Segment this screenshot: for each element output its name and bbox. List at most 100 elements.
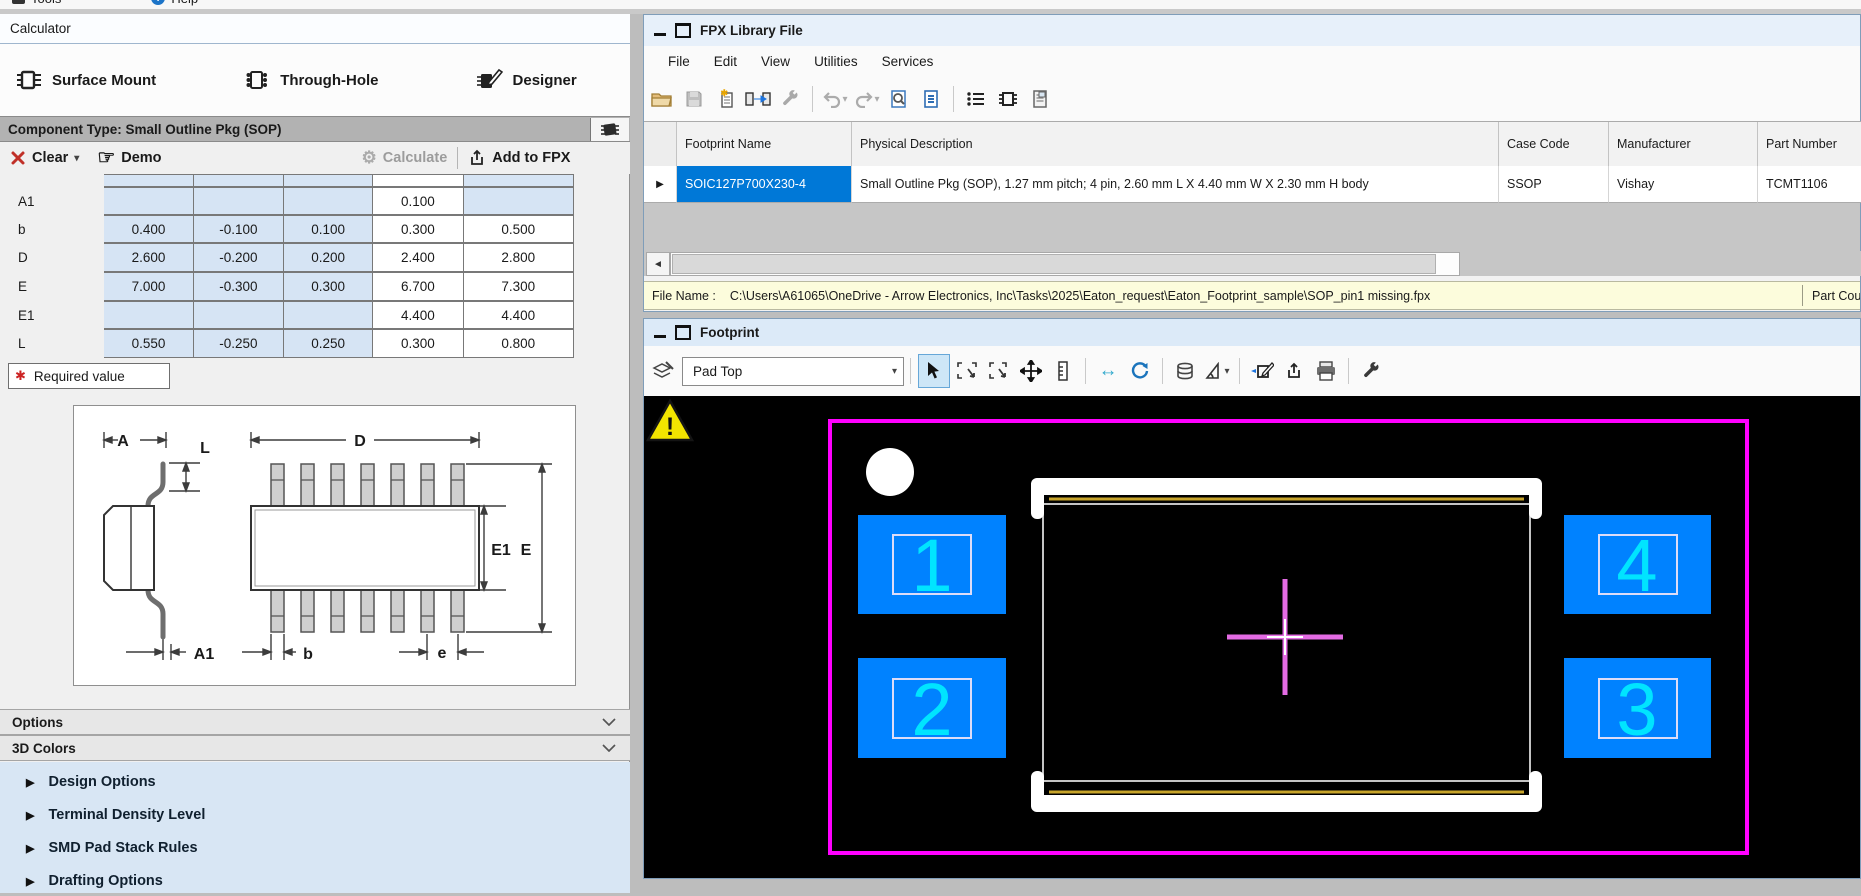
select-tool-button[interactable] xyxy=(918,354,950,388)
column-header[interactable]: Manufacturer xyxy=(1609,122,1758,167)
expand-arrow-icon[interactable]: ▶ xyxy=(26,776,34,789)
save-button[interactable] xyxy=(680,84,708,114)
manufacturer-cell[interactable]: Vishay xyxy=(1609,166,1758,203)
value-cell[interactable]: -0.250 xyxy=(194,329,284,358)
pad-1[interactable]: 1 xyxy=(858,515,1006,614)
column-header[interactable]: Physical Description xyxy=(852,122,1499,167)
value-cell[interactable]: 2.600 xyxy=(104,243,193,272)
value-cell[interactable]: 0.550 xyxy=(104,329,193,358)
tree-item-terminal-density[interactable]: ▶ Terminal Density Level xyxy=(0,800,630,830)
value-cell[interactable] xyxy=(464,187,574,215)
scrollbar-thumb[interactable] xyxy=(672,254,1436,274)
tab-surface-mount[interactable]: Surface Mount xyxy=(16,68,156,92)
padstack-button[interactable] xyxy=(1170,355,1200,387)
calculate-button[interactable]: ⚙ Calculate xyxy=(362,148,448,168)
fpx-window-titlebar[interactable]: FPX Library File xyxy=(644,15,1860,47)
menu-utilities[interactable]: Utilities xyxy=(802,54,870,69)
tab-through-hole[interactable]: Through-Hole xyxy=(244,68,378,92)
value-cell[interactable]: 6.700 xyxy=(373,272,463,301)
library-grid-row[interactable]: ▶ SOIC127P700X230-4 Small Outline Pkg (S… xyxy=(644,166,1861,203)
add-to-fpx-button[interactable]: Add to FPX xyxy=(468,149,570,167)
value-cell[interactable] xyxy=(104,187,193,215)
value-cell[interactable] xyxy=(104,301,193,329)
physical-description-cell[interactable]: Small Outline Pkg (SOP), 1.27 mm pitch; … xyxy=(852,166,1499,203)
chevron-down-icon[interactable]: ▾ xyxy=(842,94,847,105)
list-view-button[interactable] xyxy=(962,84,990,114)
minimize-icon[interactable] xyxy=(654,33,666,36)
chevron-down-icon[interactable]: ▾ xyxy=(74,153,79,164)
value-cell[interactable]: 0.300 xyxy=(373,329,463,358)
report-button[interactable] xyxy=(1026,84,1054,114)
component-picker-button[interactable] xyxy=(590,118,629,141)
row-selector-cell[interactable]: ▶ xyxy=(644,166,677,203)
value-cell[interactable]: 7.300 xyxy=(464,272,574,301)
section-3d-colors[interactable]: 3D Colors xyxy=(0,735,630,761)
menu-view[interactable]: View xyxy=(749,54,802,69)
value-cell[interactable] xyxy=(194,301,284,329)
tree-item-drafting-options[interactable]: ▶ Drafting Options xyxy=(0,866,630,896)
preview-button[interactable] xyxy=(885,84,913,114)
footprint-window-titlebar[interactable]: Footprint xyxy=(644,319,1860,347)
angle-tool-button[interactable]: ▾ xyxy=(1202,355,1232,387)
print-button[interactable] xyxy=(1311,355,1341,387)
value-cell[interactable]: 0.250 xyxy=(284,329,373,358)
open-file-button[interactable] xyxy=(648,84,676,114)
chevron-down-icon[interactable]: ▾ xyxy=(874,94,879,105)
value-cell[interactable]: 4.400 xyxy=(373,301,463,329)
edit-component-button[interactable] xyxy=(1247,355,1277,387)
tree-item-design-options[interactable]: ▶ Design Options xyxy=(0,767,630,797)
part-number-cell[interactable]: TCMT1106 xyxy=(1758,166,1861,203)
menu-help[interactable]: Help xyxy=(171,0,198,6)
value-cell[interactable]: 0.500 xyxy=(464,215,574,243)
multi-select-tool-button[interactable] xyxy=(952,355,982,387)
value-cell[interactable]: 0.300 xyxy=(373,215,463,243)
pad-3[interactable]: 3 xyxy=(1564,658,1711,758)
menu-edit[interactable]: Edit xyxy=(702,54,749,69)
menu-file[interactable]: File xyxy=(656,54,702,69)
value-cell[interactable]: -0.200 xyxy=(194,243,284,272)
undo-button[interactable]: ▾ xyxy=(821,84,849,114)
value-cell[interactable]: 7.000 xyxy=(104,272,193,301)
maximize-icon[interactable] xyxy=(675,325,691,340)
horizontal-scrollbar[interactable]: ◄ xyxy=(644,251,1861,276)
expand-arrow-icon[interactable]: ▶ xyxy=(26,842,34,855)
component-view-button[interactable] xyxy=(994,84,1022,114)
column-header[interactable]: Case Code xyxy=(1499,122,1609,167)
value-cell[interactable]: 0.400 xyxy=(104,215,193,243)
scroll-left-button[interactable]: ◄ xyxy=(646,252,670,276)
flip-horizontal-button[interactable]: ↔ xyxy=(1093,355,1123,387)
section-options[interactable]: Options xyxy=(0,709,630,735)
value-cell[interactable] xyxy=(284,187,373,215)
tree-item-smd-pad-stack[interactable]: ▶ SMD Pad Stack Rules xyxy=(0,833,630,863)
value-cell[interactable]: 4.400 xyxy=(464,301,574,329)
redo-button[interactable]: ▾ xyxy=(853,84,881,114)
footprint-canvas[interactable]: ! 1 2 3 xyxy=(644,396,1860,878)
clear-button[interactable]: Clear ▾ xyxy=(10,150,79,166)
export-button[interactable] xyxy=(1279,355,1309,387)
value-cell[interactable]: 0.800 xyxy=(464,329,574,358)
pad-2[interactable]: 2 xyxy=(858,658,1006,758)
scrollbar-track[interactable] xyxy=(670,252,1460,276)
value-cell[interactable]: 0.200 xyxy=(284,243,373,272)
value-cell[interactable]: 0.100 xyxy=(284,215,373,243)
value-cell[interactable]: 0.100 xyxy=(373,187,463,215)
demo-button[interactable]: ☞ Demo xyxy=(97,150,161,166)
chevron-down-icon[interactable]: ▾ xyxy=(1224,366,1229,377)
area-select-tool-button[interactable] xyxy=(984,355,1014,387)
tab-designer[interactable]: Designer xyxy=(477,68,577,92)
pad-4[interactable]: 4 xyxy=(1564,515,1711,614)
new-part-button[interactable]: ✱ xyxy=(712,84,740,114)
move-tool-button[interactable] xyxy=(1016,355,1046,387)
measure-tool-button[interactable] xyxy=(1048,355,1078,387)
menu-services[interactable]: Services xyxy=(870,54,946,69)
value-cell[interactable]: 0.300 xyxy=(284,272,373,301)
settings-button[interactable] xyxy=(1356,355,1386,387)
maximize-icon[interactable] xyxy=(675,23,691,38)
document-button[interactable] xyxy=(917,84,945,114)
value-cell[interactable]: 2.800 xyxy=(464,243,574,272)
value-cell[interactable]: -0.100 xyxy=(194,215,284,243)
column-header[interactable]: Footprint Name xyxy=(677,122,852,167)
rotate-button[interactable] xyxy=(1125,355,1155,387)
expand-arrow-icon[interactable]: ▶ xyxy=(26,875,34,888)
value-cell[interactable] xyxy=(194,187,284,215)
